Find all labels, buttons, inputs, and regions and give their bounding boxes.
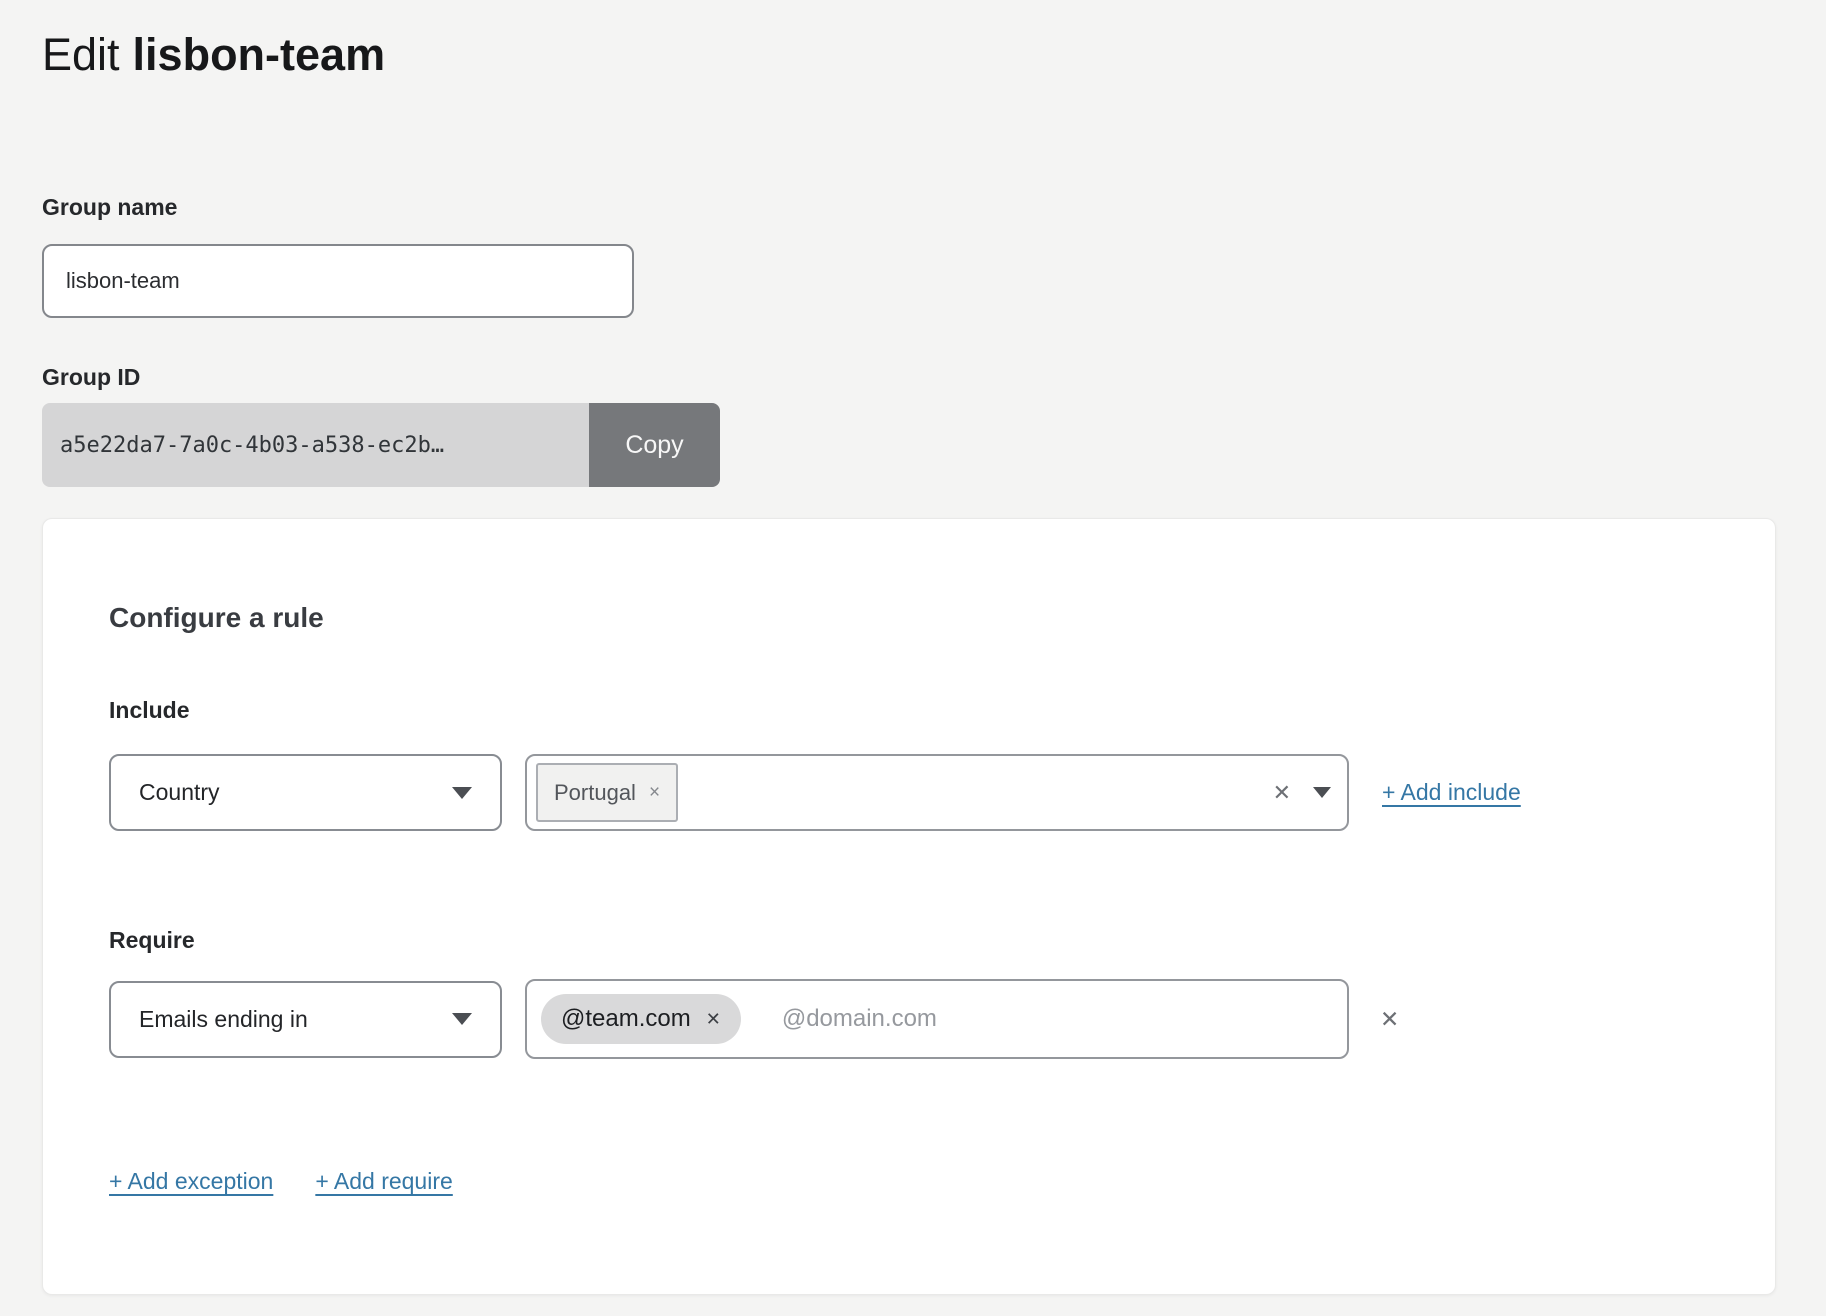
group-id-value: a5e22da7-7a0c-4b03-a538-ec2b…: [42, 403, 589, 487]
chevron-down-icon[interactable]: [1313, 787, 1331, 798]
rule-footer-links: + Add exception + Add require: [109, 1166, 1709, 1196]
rule-card-heading: Configure a rule: [109, 601, 1709, 635]
include-tag: Portugal ×: [536, 763, 678, 822]
require-tag: @team.com ✕: [541, 994, 741, 1044]
chevron-down-icon: [452, 787, 472, 799]
require-type-value: Emails ending in: [139, 1006, 452, 1033]
group-name-label: Group name: [42, 192, 1784, 222]
require-label: Require: [109, 926, 1709, 954]
edit-group-page: Edit lisbon-team Group name Group ID a5e2…: [0, 0, 1826, 1295]
require-rule-row: Emails ending in @team.com ✕ @domain.com…: [109, 979, 1709, 1059]
require-tag-label: @team.com: [561, 1005, 691, 1033]
page-title-action: Edit: [42, 29, 120, 80]
include-values-box[interactable]: Portugal × ✕: [525, 754, 1349, 831]
include-tag-label: Portugal: [554, 780, 636, 806]
chevron-down-icon: [452, 1013, 472, 1025]
add-exception-link[interactable]: + Add exception: [109, 1166, 273, 1196]
clear-selection-icon[interactable]: ✕: [1273, 782, 1291, 804]
include-type-value: Country: [139, 779, 452, 806]
add-include-link[interactable]: + Add include: [1382, 779, 1521, 806]
add-require-link[interactable]: + Add require: [315, 1166, 452, 1196]
require-values-box[interactable]: @team.com ✕ @domain.com: [525, 979, 1349, 1059]
rule-card: Configure a rule Include Country Portuga…: [42, 518, 1776, 1295]
group-name-input[interactable]: [42, 244, 634, 318]
include-type-select[interactable]: Country: [109, 754, 502, 831]
include-rule-row: Country Portugal × ✕ + Add include: [109, 754, 1709, 831]
remove-tag-icon[interactable]: ×: [649, 782, 660, 804]
copy-button[interactable]: Copy: [589, 403, 720, 487]
group-id-label: Group ID: [42, 362, 1784, 392]
page-title: Edit lisbon-team: [42, 28, 1784, 82]
remove-require-rule-icon[interactable]: ✕: [1380, 1008, 1399, 1031]
require-type-select[interactable]: Emails ending in: [109, 981, 502, 1058]
domain-input-placeholder: @domain.com: [782, 1005, 937, 1033]
page-title-group-name: lisbon-team: [133, 29, 386, 80]
include-label: Include: [109, 696, 1709, 724]
remove-tag-icon[interactable]: ✕: [706, 1009, 721, 1030]
group-id-row: a5e22da7-7a0c-4b03-a538-ec2b… Copy: [42, 403, 720, 487]
